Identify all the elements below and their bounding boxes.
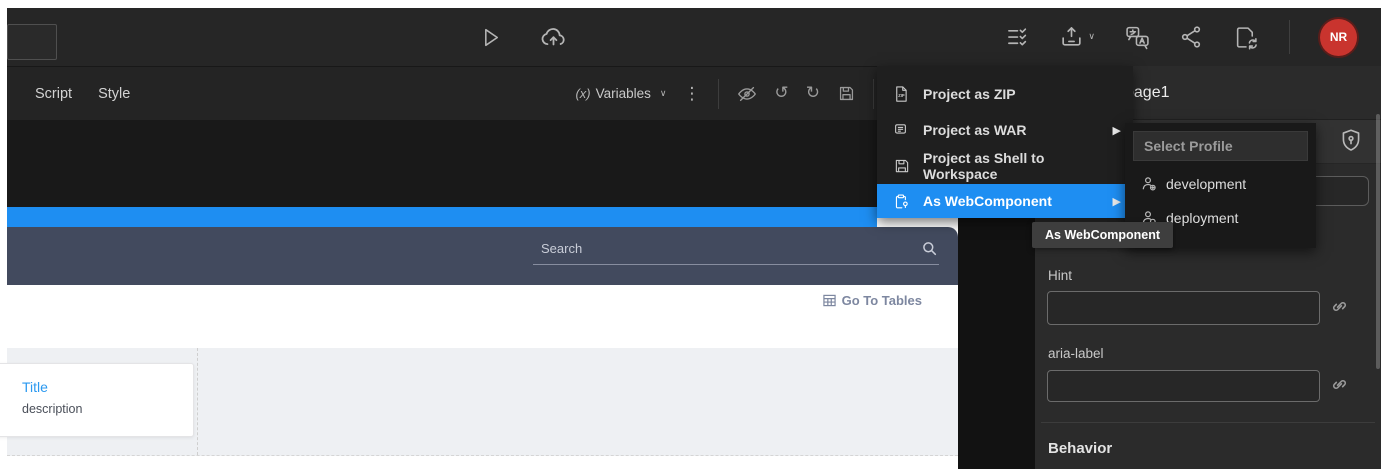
profile-development-icon — [1141, 176, 1157, 192]
file-shell-icon — [893, 157, 911, 175]
search-input[interactable] — [533, 235, 939, 265]
aria-label-input[interactable] — [1047, 370, 1320, 402]
layout-drop-zone[interactable]: Title description — [7, 348, 958, 456]
file-zip-icon: ZIP — [893, 85, 911, 103]
table-icon — [823, 294, 836, 307]
menu-item-label: Project as Shell to Workspace — [923, 150, 1121, 182]
submenu-item-label: deployment — [1166, 210, 1238, 226]
submenu-header: Select Profile — [1133, 131, 1308, 161]
toolbar-divider — [873, 79, 874, 109]
menu-item-as-webcomponent[interactable]: As WebComponent ▶ — [877, 184, 1133, 218]
play-icon[interactable] — [478, 25, 503, 50]
svg-text:ZIP: ZIP — [898, 93, 905, 98]
toolbar-divider — [718, 79, 719, 109]
canvas-background — [7, 120, 958, 207]
translate-icon[interactable] — [1125, 25, 1150, 50]
aria-label-label: aria-label — [1048, 346, 1104, 361]
undo-icon[interactable]: ↺ — [775, 85, 789, 102]
preview-search-field — [533, 235, 939, 265]
editor-tabs: Script Style — [35, 67, 130, 120]
menu-item-project-as-shell[interactable]: Project as Shell to Workspace — [877, 148, 1133, 184]
webcomponent-icon — [893, 192, 911, 210]
go-to-tables-link[interactable]: Go To Tables — [823, 293, 922, 308]
submenu-arrow-icon: ▶ — [1113, 195, 1121, 208]
file-war-icon — [893, 121, 911, 139]
top-bar: ∨ NR — [7, 8, 1381, 66]
bind-link-icon[interactable] — [1331, 376, 1348, 393]
share-icon[interactable] — [1180, 25, 1204, 49]
tooltip-text: As WebComponent — [1045, 228, 1160, 242]
app-window: ∨ NR — [0, 0, 1381, 469]
editor-toolbar: Script Style (x) Variables ∨ ⋮ ↺ ↻ — [7, 66, 958, 120]
shield-icon[interactable] — [1337, 127, 1365, 155]
topbar-right-actions: ∨ NR — [1006, 8, 1357, 66]
topbar-divider — [1289, 20, 1290, 54]
chevron-down-icon: ∨ — [1088, 32, 1095, 42]
export-menu-button[interactable]: ∨ — [1059, 25, 1095, 50]
panel-scrollbar[interactable] — [1376, 114, 1380, 369]
variables-label: Variables — [596, 86, 651, 101]
go-to-tables-label: Go To Tables — [842, 293, 922, 308]
card-description: description — [22, 402, 183, 416]
submenu-item-label: development — [1166, 176, 1246, 192]
bind-link-icon[interactable] — [1331, 298, 1348, 315]
tooltip: As WebComponent — [1032, 222, 1173, 248]
menu-item-label: As WebComponent — [923, 193, 1052, 209]
preview-accent-bar — [7, 207, 877, 227]
chevron-down-icon: ∨ — [660, 89, 667, 99]
hint-label: Hint — [1048, 268, 1072, 283]
redo-icon[interactable]: ↻ — [806, 85, 820, 102]
hint-input[interactable] — [1047, 291, 1320, 325]
menu-item-label: Project as ZIP — [923, 86, 1016, 102]
project-search-input[interactable] — [7, 24, 57, 60]
variables-dropdown[interactable]: (x) Variables ∨ — [575, 86, 666, 101]
panel-divider — [1041, 422, 1375, 423]
save-icon[interactable] — [837, 84, 856, 103]
editor-toolbar-actions: (x) Variables ∨ ⋮ ↺ ↻ — [575, 67, 874, 120]
submenu-arrow-icon: ▶ — [1113, 124, 1121, 137]
export-icon — [1059, 25, 1084, 50]
card-title: Title — [22, 379, 183, 395]
topbar-center-actions — [478, 8, 568, 66]
more-options-icon[interactable]: ⋮ — [684, 84, 701, 104]
eye-off-icon[interactable] — [736, 83, 758, 105]
search-icon[interactable] — [922, 241, 937, 256]
preview-content: Go To Tables Title description — [7, 285, 958, 469]
tab-script[interactable]: Script — [35, 86, 72, 102]
layout-column[interactable]: Title description — [7, 348, 198, 455]
menu-item-label: Project as WAR — [923, 122, 1026, 138]
tab-style[interactable]: Style — [98, 86, 130, 102]
checklist-icon[interactable] — [1006, 26, 1029, 49]
avatar[interactable]: NR — [1320, 19, 1357, 56]
behavior-section-heading: Behavior — [1048, 440, 1112, 457]
menu-item-project-as-zip[interactable]: ZIP Project as ZIP — [877, 76, 1133, 112]
file-sync-icon[interactable] — [1234, 25, 1259, 50]
export-dropdown-menu: ZIP Project as ZIP Project as WAR ▶ Proj… — [877, 66, 1133, 218]
submenu-item-development[interactable]: development — [1125, 167, 1316, 201]
cloud-upload-icon[interactable] — [539, 23, 568, 52]
fx-icon: (x) — [575, 86, 590, 101]
menu-item-project-as-war[interactable]: Project as WAR ▶ — [877, 112, 1133, 148]
card-widget[interactable]: Title description — [0, 363, 194, 437]
preview-header — [7, 227, 958, 285]
